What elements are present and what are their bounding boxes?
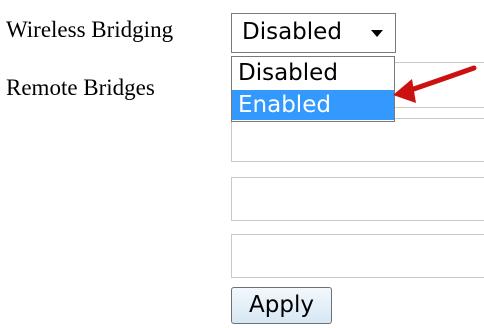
arrow-annotation-icon xyxy=(393,65,477,103)
